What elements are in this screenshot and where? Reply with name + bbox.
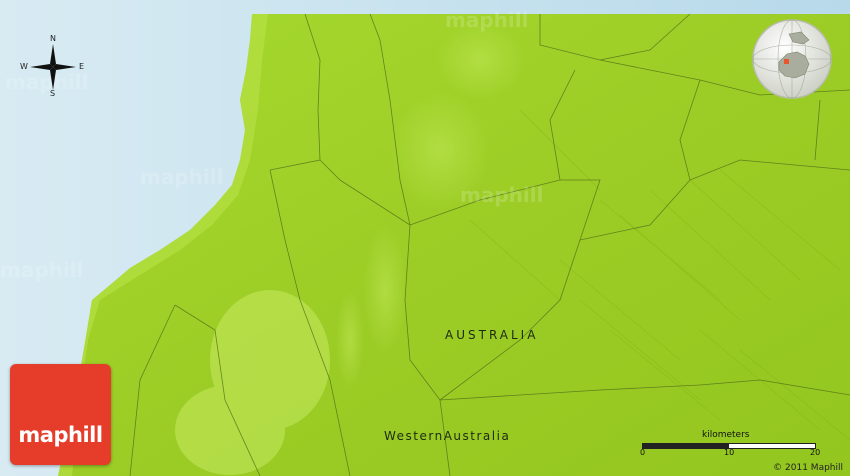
country-label: AUSTRALIA [445, 328, 539, 342]
watermark-text: maphill [460, 183, 544, 207]
copyright-text: © 2011 Maphill [773, 463, 843, 473]
scale-bar: kilometers 0 10 20 [636, 428, 826, 464]
globe-icon [752, 19, 832, 99]
physical-map-layer [0, 0, 850, 476]
compass-west: W [20, 62, 28, 71]
scale-tick: 20 [810, 448, 821, 457]
scale-segment [728, 443, 816, 449]
scale-tick: 0 [640, 448, 646, 457]
watermark-text: maphill [0, 258, 84, 282]
logo-text: maphill [18, 423, 103, 447]
scale-segment [642, 443, 730, 449]
watermark-text: maphill [445, 8, 529, 32]
maphill-logo[interactable]: maphill [10, 364, 111, 465]
compass-rose: N S W E [20, 34, 86, 100]
scale-title: kilometers [702, 430, 750, 440]
locator-globe [751, 18, 833, 100]
map-canvas[interactable]: maphill maphill maphill maphill maphill … [0, 0, 850, 476]
compass-east: E [79, 62, 85, 71]
scale-tick: 10 [724, 448, 735, 457]
watermark-text: maphill [140, 165, 224, 189]
state-label: WesternAustralia [384, 429, 511, 443]
compass-south: S [50, 89, 56, 98]
compass-north: N [50, 34, 56, 43]
location-marker [784, 59, 789, 64]
